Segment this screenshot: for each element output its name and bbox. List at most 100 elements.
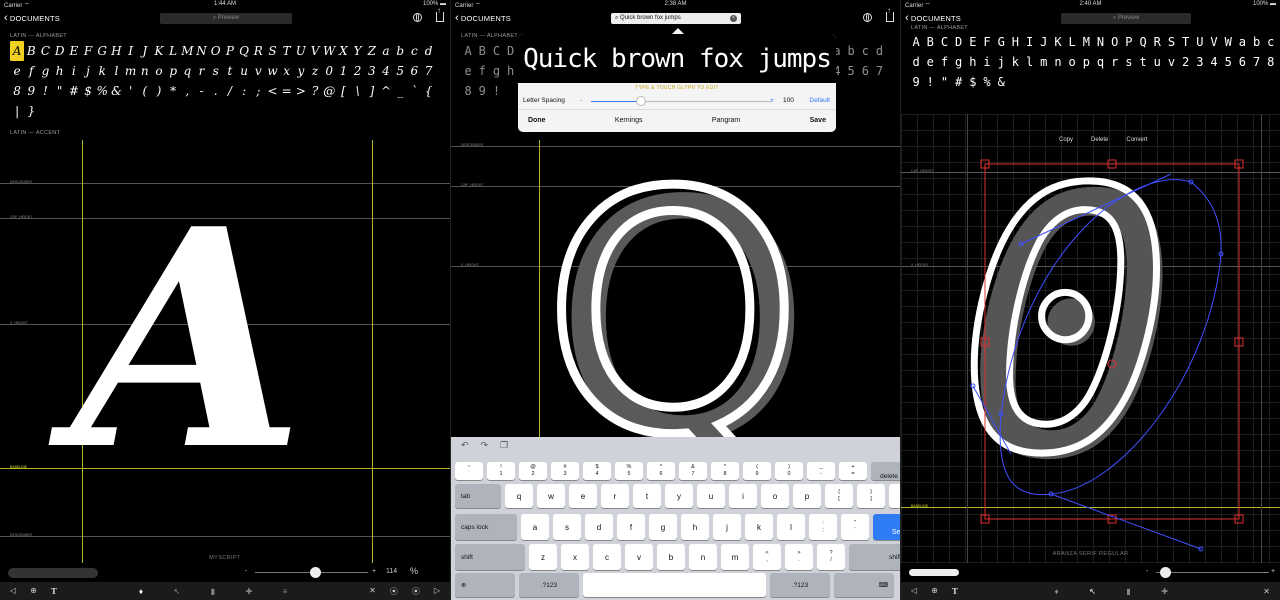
symbol-key[interactable]: % 5 <box>615 462 643 480</box>
rotation-handle[interactable] <box>1107 359 1117 369</box>
close-icon[interactable]: ✕ <box>1263 587 1270 596</box>
glyph-cell[interactable]: ; <box>251 81 265 101</box>
glyph-cell[interactable]: F <box>81 41 95 61</box>
glyph-cell[interactable]: Q <box>1136 32 1150 52</box>
glyph-cell[interactable]: o <box>1065 52 1079 72</box>
glyph-cell[interactable]: G <box>994 32 1008 52</box>
letter-key[interactable]: g <box>649 514 677 540</box>
symbol-key[interactable]: |\ <box>889 484 900 508</box>
glyph-cell[interactable]: l <box>109 61 123 81</box>
bezier-path[interactable] <box>999 179 1222 496</box>
glyph-cell[interactable]: m <box>1037 52 1051 72</box>
glyph-cell[interactable]: H <box>1008 32 1022 52</box>
glyph-cell[interactable]: t <box>1136 52 1150 72</box>
glyph-cell[interactable]: Y <box>351 41 365 61</box>
glyph-cell[interactable]: e <box>923 52 937 72</box>
preview-search-field[interactable]: ⌕ Quick brown fox jumps × <box>611 13 741 24</box>
glyph-cell[interactable]: a <box>1235 32 1249 52</box>
symbol-key[interactable]: >. <box>785 544 813 570</box>
redo-icon[interactable]: ↷ <box>481 440 489 451</box>
letter-key[interactable]: l <box>777 514 805 540</box>
symbol-key[interactable]: :; <box>809 514 837 540</box>
glyph-cell[interactable]: 8 <box>461 81 475 101</box>
glyph-cell[interactable]: h <box>966 52 980 72</box>
glyph-cell[interactable]: c <box>858 41 872 61</box>
glyph-cell[interactable]: e <box>461 61 475 81</box>
symbol-key[interactable]: {[ <box>825 484 853 508</box>
glyph-cell[interactable]: v <box>1164 52 1178 72</box>
glyph-cell[interactable]: 0 <box>322 61 336 81</box>
glyph-cell[interactable]: D <box>53 41 67 61</box>
glyph-cell[interactable]: 9 <box>909 72 923 92</box>
glyph-cell[interactable]: p <box>1079 52 1093 72</box>
zoom-slider-knob[interactable] <box>310 567 321 578</box>
pen-tool-icon[interactable]: ♦ <box>1050 587 1064 596</box>
glyph-cell[interactable]: D <box>504 41 518 61</box>
zoom-slider-knob[interactable] <box>1160 567 1171 578</box>
symbol-key[interactable]: $4 <box>583 462 611 480</box>
dismiss-keyboard-key[interactable]: ⌨ <box>834 573 894 597</box>
letter-key[interactable]: k <box>745 514 773 540</box>
glyph-cell[interactable]: t <box>223 61 237 81</box>
glyph-cell[interactable]: C <box>937 32 951 52</box>
glyph-cell[interactable]: d <box>872 41 886 61</box>
glyph-cell[interactable]: B <box>24 41 38 61</box>
glyph-cell[interactable]: E <box>67 41 81 61</box>
zoom-plus-button[interactable]: + <box>1271 568 1275 575</box>
glyph-cell[interactable]: b <box>844 41 858 61</box>
glyph-cell[interactable]: X <box>336 41 350 61</box>
letter-key[interactable]: v <box>625 544 653 570</box>
glyph-cell[interactable]: x <box>280 61 294 81</box>
delete-key[interactable]: delete <box>871 462 900 480</box>
glyph-cell[interactable]: r <box>194 61 208 81</box>
zoom-icon[interactable]: ⊕ <box>931 586 938 596</box>
glyph-cell[interactable]: ) <box>152 81 166 101</box>
letter-key[interactable]: z <box>529 544 557 570</box>
glyph-canvas[interactable]: DESCENDER CAP_HEIGHT X_HEIGHT BASELINE D… <box>0 140 450 563</box>
glyph-cell[interactable]: I <box>1023 32 1037 52</box>
glyph-cell[interactable]: < <box>265 81 279 101</box>
settings-alt-icon[interactable]: ⦿ <box>412 586 420 597</box>
glyph-cell[interactable]: % <box>95 81 109 101</box>
glyph-cell[interactable]: - <box>194 81 208 101</box>
letter-key[interactable]: p <box>793 484 821 508</box>
numbers-key[interactable]: .?123 <box>519 573 579 597</box>
share-icon[interactable] <box>436 6 444 22</box>
glyph-cell[interactable]: v <box>251 61 265 81</box>
glyph-cell[interactable]: T <box>1179 32 1193 52</box>
caps-lock-key[interactable]: caps lock <box>455 514 517 540</box>
letter-key[interactable]: n <box>689 544 717 570</box>
tab-key[interactable]: tab <box>455 484 501 508</box>
back-button[interactable]: ‹ DOCUMENTS <box>4 13 60 24</box>
glyph-cell[interactable]: R <box>251 41 265 61</box>
glyph-cell[interactable]: j <box>81 61 95 81</box>
glyph-cell[interactable]: c <box>407 41 421 61</box>
glyph-cell[interactable]: / <box>223 81 237 101</box>
glyph-cell[interactable]: m <box>124 61 138 81</box>
zoom-slider[interactable] <box>255 567 368 578</box>
space-key[interactable] <box>583 573 766 597</box>
glyph-cell[interactable]: h <box>53 61 67 81</box>
spacing-plus-button[interactable]: + <box>770 97 774 104</box>
letter-key[interactable]: b <box>657 544 685 570</box>
glyph-cell[interactable]: $ <box>966 72 980 92</box>
glyph-cell[interactable]: V <box>308 41 322 61</box>
glyph-cell[interactable]: M <box>180 41 194 61</box>
glyph-cell[interactable]: & <box>994 72 1008 92</box>
close-icon[interactable]: ✕ <box>369 586 376 597</box>
glyph-cell[interactable]: 7 <box>1250 52 1264 72</box>
glyph-canvas[interactable]: CAP_HEIGHT X_HEIGHT BASELINE 0 0 <box>901 114 1280 563</box>
glyph-cell[interactable]: L <box>166 41 180 61</box>
glyph-cell[interactable]: 7 <box>421 61 435 81</box>
symbol-key[interactable]: ~ ` <box>455 462 483 480</box>
glyph-cell[interactable]: } <box>24 101 38 121</box>
glyph-cell[interactable]: 3 <box>365 61 379 81</box>
symbol-key[interactable]: ^ 6 <box>647 462 675 480</box>
search-key[interactable]: Search <box>873 514 900 540</box>
symbol-key[interactable]: ? / <box>817 544 845 570</box>
glyph-cell[interactable]: 5 <box>1221 52 1235 72</box>
glyph-cell[interactable]: , <box>180 81 194 101</box>
symbol-key[interactable]: * 8 <box>711 462 739 480</box>
glyph-cell[interactable]: 8 <box>10 81 24 101</box>
glyph-cell[interactable]: " <box>53 81 67 101</box>
